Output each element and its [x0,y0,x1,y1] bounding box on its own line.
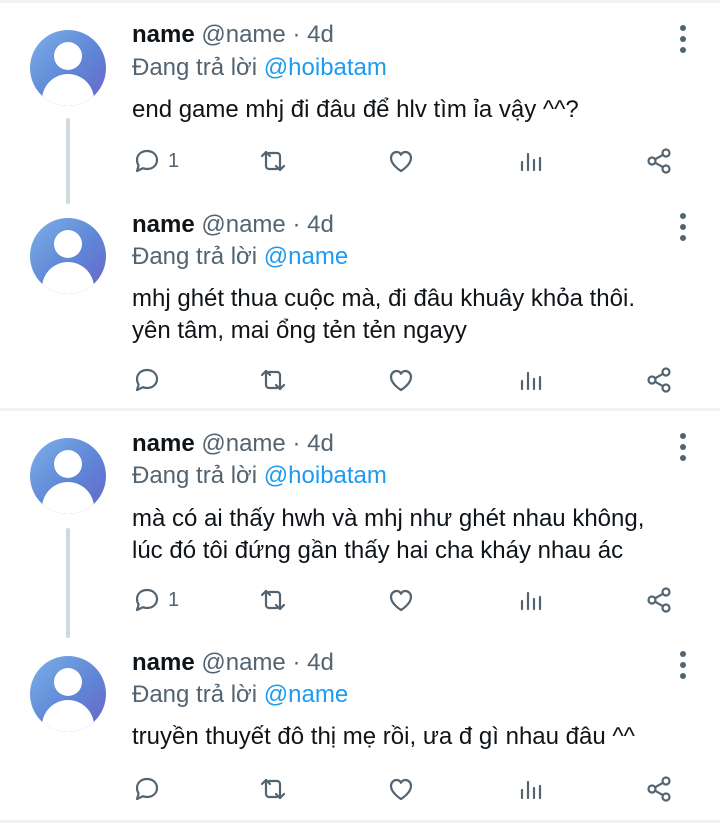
like-button[interactable] [386,773,416,805]
reply-button[interactable]: 1 [132,145,179,177]
reply-to-link[interactable]: @name [264,681,348,708]
more-options-icon[interactable] [678,213,688,246]
share-icon [647,367,671,393]
like-icon [389,778,413,801]
reply-prefix: Đang trả lời [132,462,258,489]
reply-context: Đang trả lời @name [132,680,348,710]
user-handle[interactable]: @name [201,211,285,238]
timestamp[interactable]: · 4d [292,649,333,676]
retweet-icon [260,778,286,800]
tweet-actions: 1 [132,584,692,616]
tweet-header: name @name · 4d [132,20,334,50]
reply-prefix: Đang trả lời [132,243,258,270]
views-button[interactable] [516,584,546,616]
retweet-icon [260,150,286,172]
tweet-actions: 1 [132,145,692,177]
retweet-button[interactable] [258,145,288,177]
reply-icon [135,777,159,801]
share-icon [647,148,671,174]
avatar[interactable] [30,30,106,106]
views-icon [520,591,542,611]
retweet-icon [260,589,286,611]
share-button[interactable] [644,584,674,616]
tweet-actions [132,773,692,805]
reply-count: 1 [168,588,180,611]
retweet-button[interactable] [258,584,288,616]
top-divider [0,0,720,3]
share-button[interactable] [644,364,674,396]
share-icon [647,776,671,802]
tweet-header: name @name · 4d [132,429,334,459]
tweet-header: name @name · 4d [132,210,334,240]
user-handle[interactable]: @name [201,430,285,457]
tweet-header: name @name · 4d [132,648,334,678]
reply-icon [135,149,159,173]
views-button[interactable] [516,773,546,805]
share-icon [647,587,671,613]
like-icon [389,369,413,392]
reply-icon [135,368,159,392]
thread-line [66,118,70,204]
avatar[interactable] [30,438,106,514]
share-button[interactable] [644,145,674,177]
user-handle[interactable]: @name [201,649,285,676]
thread-divider [0,408,720,411]
like-button[interactable] [386,364,416,396]
reply-to-link[interactable]: @name [264,243,348,270]
retweet-button[interactable] [258,773,288,805]
views-button[interactable] [516,364,546,396]
reply-to-link[interactable]: @hoibatam [264,462,387,489]
avatar[interactable] [30,656,106,732]
display-name[interactable]: name [132,649,195,676]
like-icon [389,589,413,612]
reply-prefix: Đang trả lời [132,54,258,81]
retweet-icon [260,369,286,391]
timestamp[interactable]: · 4d [292,21,333,48]
like-button[interactable] [386,584,416,616]
display-name[interactable]: name [132,21,195,48]
reply-context: Đang trả lời @hoibatam [132,461,387,491]
tweet-text: end game mhj đi đâu để hlv tìm ỉa vậy ^^… [132,96,579,123]
like-button[interactable] [386,145,416,177]
tweet-text: truyền thuyết đô thị mẹ rồi, ưa đ gì nha… [132,723,635,750]
timestamp[interactable]: · 4d [292,430,333,457]
views-icon [520,152,542,172]
tweet-text: mhj ghét thua cuộc mà, đi đâu khuây khỏa… [132,285,635,344]
display-name[interactable]: name [132,211,195,238]
bottom-divider [0,820,720,823]
reply-button[interactable] [132,364,168,396]
views-icon [520,780,542,800]
display-name[interactable]: name [132,430,195,457]
thread-line [66,528,70,638]
more-options-icon[interactable] [678,433,688,466]
more-options-icon[interactable] [678,651,688,684]
user-handle[interactable]: @name [201,21,285,48]
reply-button[interactable] [132,773,168,805]
reply-prefix: Đang trả lời [132,681,258,708]
tweet-actions [132,364,692,396]
share-button[interactable] [644,773,674,805]
retweet-button[interactable] [258,364,288,396]
tweet-feed: name @name · 4d Đang trả lời @hoibatam e… [0,0,720,826]
timestamp[interactable]: · 4d [292,211,333,238]
views-button[interactable] [516,145,546,177]
tweet-text: mà có ai thấy hwh và mhj như ghét nhau k… [132,505,645,564]
reply-count: 1 [168,149,180,172]
reply-button[interactable]: 1 [132,584,179,616]
reply-to-link[interactable]: @hoibatam [264,54,387,81]
like-icon [389,150,413,173]
reply-context: Đang trả lời @hoibatam [132,53,387,83]
more-options-icon[interactable] [678,25,688,58]
avatar[interactable] [30,218,106,294]
views-icon [520,371,542,391]
reply-icon [135,588,159,612]
reply-context: Đang trả lời @name [132,242,348,272]
